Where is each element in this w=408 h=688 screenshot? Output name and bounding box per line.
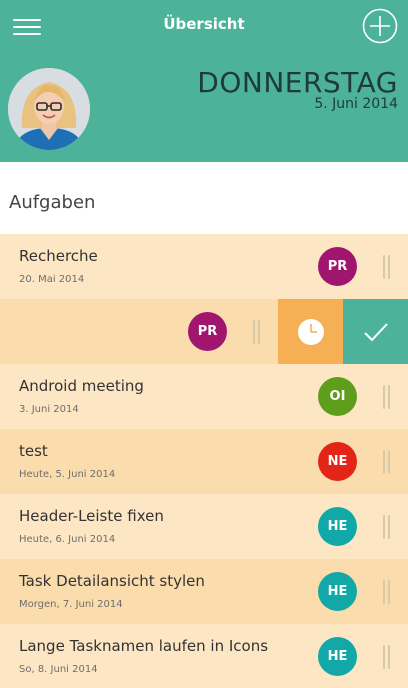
drag-handle-icon[interactable] bbox=[382, 645, 392, 669]
assignee-badge[interactable]: NE bbox=[318, 442, 357, 481]
task-row[interactable]: Task Detailansicht stylen Morgen, 7. Jun… bbox=[0, 559, 408, 624]
task-date: So, 8. Juni 2014 bbox=[19, 664, 98, 675]
task-row[interactable]: test Heute, 5. Juni 2014 NE bbox=[0, 429, 408, 494]
drag-handle-icon[interactable] bbox=[382, 450, 392, 474]
task-date: Heute, 5. Juni 2014 bbox=[19, 469, 116, 480]
drag-handle-icon[interactable] bbox=[382, 580, 392, 604]
drag-handle-icon[interactable] bbox=[382, 385, 392, 409]
date-label: 5. Juni 2014 bbox=[314, 96, 398, 112]
drag-handle-icon[interactable] bbox=[382, 515, 392, 539]
snooze-button[interactable] bbox=[278, 299, 343, 364]
app-header: Übersicht DONNERSTAG 5. Juni 2014 bbox=[0, 0, 408, 162]
plus-circle-icon[interactable] bbox=[362, 8, 398, 44]
task-row-swiped[interactable]: en PR bbox=[0, 299, 408, 364]
task-row[interactable]: Android meeting 3. Juni 2014 OI bbox=[0, 364, 408, 429]
drag-handle-icon[interactable] bbox=[382, 255, 392, 279]
weekday-label: DONNERSTAG bbox=[197, 66, 398, 99]
assignee-badge[interactable]: OI bbox=[318, 377, 357, 416]
task-date: Heute, 6. Juni 2014 bbox=[19, 534, 116, 545]
task-row[interactable]: Header-Leiste fixen Heute, 6. Juni 2014 … bbox=[0, 494, 408, 559]
checkmark-icon bbox=[363, 322, 388, 341]
task-name: test bbox=[19, 442, 48, 460]
task-row[interactable]: Lange Tasknamen laufen in Icons So, 8. J… bbox=[0, 624, 408, 688]
task-row[interactable]: Recherche 20. Mai 2014 PR bbox=[0, 234, 408, 299]
task-name: Android meeting bbox=[19, 377, 144, 395]
assignee-badge[interactable]: PR bbox=[188, 312, 227, 351]
task-list: Recherche 20. Mai 2014 PR en PR Android … bbox=[0, 234, 408, 688]
task-name: Recherche bbox=[19, 247, 98, 265]
avatar[interactable] bbox=[8, 68, 90, 150]
section-title: Aufgaben bbox=[9, 192, 96, 213]
assignee-badge[interactable]: HE bbox=[318, 572, 357, 611]
assignee-badge[interactable]: HE bbox=[318, 637, 357, 676]
assignee-badge[interactable]: HE bbox=[318, 507, 357, 546]
clock-icon bbox=[297, 318, 324, 345]
page-title: Übersicht bbox=[163, 15, 245, 33]
complete-button[interactable] bbox=[343, 299, 408, 364]
task-date: 20. Mai 2014 bbox=[19, 274, 85, 285]
task-name: Header-Leiste fixen bbox=[19, 507, 164, 525]
task-name: Task Detailansicht stylen bbox=[19, 572, 205, 590]
task-date: Morgen, 7. Juni 2014 bbox=[19, 599, 123, 610]
drag-handle-icon[interactable] bbox=[252, 320, 262, 344]
task-name: Lange Tasknamen laufen in Icons bbox=[19, 637, 269, 655]
task-date: 3. Juni 2014 bbox=[19, 404, 79, 415]
assignee-badge[interactable]: PR bbox=[318, 247, 357, 286]
